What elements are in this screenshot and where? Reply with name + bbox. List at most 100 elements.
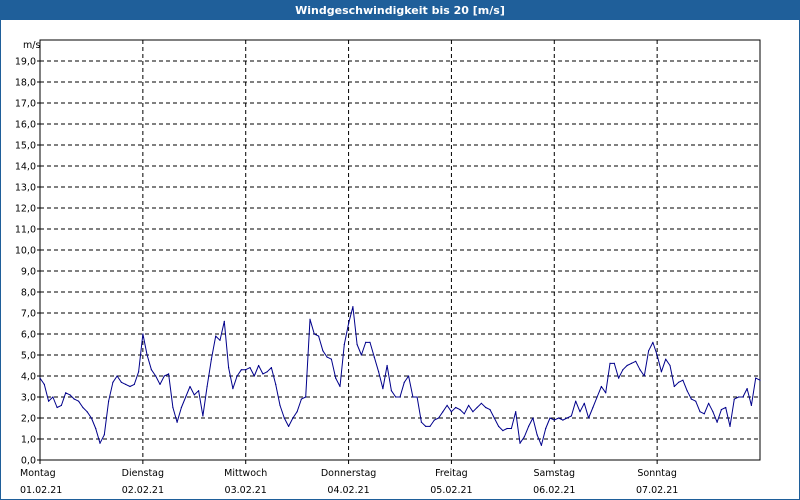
x-tick-date-label: 01.02.21: [20, 485, 62, 496]
data-point: [90, 417, 92, 419]
data-point: [510, 427, 512, 430]
x-tick-date-label: 03.02.21: [225, 485, 267, 496]
x-tick-day-label: Donnerstag: [321, 468, 376, 479]
y-tick-label: 16,0: [15, 120, 36, 131]
data-point: [43, 383, 45, 385]
data-point: [108, 400, 110, 402]
data-point: [369, 341, 371, 343]
data-point: [605, 392, 607, 394]
data-point: [695, 400, 697, 402]
x-tick-day-label: Mittwoch: [224, 468, 267, 479]
data-point: [292, 417, 294, 419]
y-tick-label: 1,0: [21, 435, 36, 446]
y-tick-label: 8,0: [21, 288, 36, 299]
y-tick-label: 10,0: [15, 246, 36, 257]
data-point: [660, 371, 663, 373]
data-point: [759, 379, 761, 381]
data-point: [296, 411, 298, 413]
data-point: [185, 396, 187, 398]
data-point: [125, 383, 127, 385]
data-point: [116, 375, 118, 377]
data-point: [180, 406, 182, 409]
data-point: [558, 417, 560, 419]
data-point: [618, 377, 620, 379]
data-point: [146, 354, 148, 356]
data-point: [716, 421, 718, 423]
data-point: [403, 381, 405, 383]
data-point: [159, 383, 161, 385]
data-point: [528, 425, 530, 427]
data-point: [326, 356, 328, 358]
data-point: [150, 369, 152, 371]
data-point: [755, 377, 757, 379]
data-point: [476, 406, 478, 409]
data-point: [172, 406, 174, 409]
data-point: [652, 341, 654, 343]
data-point: [708, 402, 710, 404]
data-point: [433, 419, 435, 421]
data-point: [112, 381, 114, 383]
y-tick-label: 7,0: [21, 309, 36, 320]
data-point: [215, 335, 217, 337]
data-point: [639, 369, 641, 371]
data-point: [678, 381, 680, 383]
data-point: [622, 369, 624, 371]
data-point: [455, 406, 457, 409]
data-point: [459, 409, 461, 411]
x-tick-day-label: Montag: [20, 468, 56, 479]
data-point: [198, 390, 200, 392]
data-point: [318, 335, 320, 337]
y-tick-label: 3,0: [21, 393, 36, 404]
data-point: [322, 350, 324, 352]
y-tick-label: 14,0: [15, 162, 36, 173]
data-point: [386, 364, 388, 367]
data-point: [600, 385, 603, 388]
data-point: [202, 415, 204, 417]
y-axis-unit-label: m/s: [23, 40, 40, 51]
data-point: [60, 404, 63, 406]
x-tick-date-label: 05.02.21: [430, 485, 472, 496]
data-point: [446, 404, 448, 406]
data-point: [86, 411, 88, 413]
y-tick-label: 0,0: [21, 456, 36, 467]
data-point: [253, 375, 255, 377]
y-tick-label: 13,0: [15, 183, 36, 194]
data-point: [99, 442, 101, 444]
data-point: [733, 398, 735, 400]
x-axis-ticks: Montag 01.02.21 Dienstag 02.02.21 Mittwoch 03…: [20, 460, 678, 496]
data-point: [729, 425, 731, 427]
data-point: [682, 379, 684, 381]
data-point: [489, 409, 491, 411]
data-point: [725, 406, 727, 409]
data-point: [120, 381, 122, 383]
data-point: [523, 436, 525, 438]
data-point: [420, 421, 422, 423]
data-point: [532, 417, 534, 419]
data-point: [412, 396, 414, 398]
data-point: [266, 371, 268, 373]
data-point: [553, 419, 555, 421]
data-point: [570, 415, 573, 417]
data-point: [549, 417, 551, 419]
data-point: [360, 354, 362, 356]
data-point: [399, 396, 401, 398]
data-point: [699, 411, 701, 413]
data-point: [193, 394, 195, 396]
data-point: [480, 402, 482, 404]
data-point: [416, 396, 418, 398]
data-point: [270, 367, 272, 369]
data-point: [596, 396, 598, 398]
data-point: [279, 404, 281, 406]
data-point: [575, 400, 577, 402]
data-point: [536, 434, 538, 436]
data-point: [69, 394, 71, 396]
x-tick-day-label: Dienstag: [122, 468, 164, 479]
data-point: [39, 377, 41, 379]
data-point: [742, 396, 744, 398]
data-point: [283, 417, 285, 419]
data-point: [425, 425, 427, 427]
data-point: [339, 385, 341, 388]
data-point: [493, 417, 495, 419]
data-point: [468, 404, 470, 406]
data-point: [746, 388, 748, 390]
